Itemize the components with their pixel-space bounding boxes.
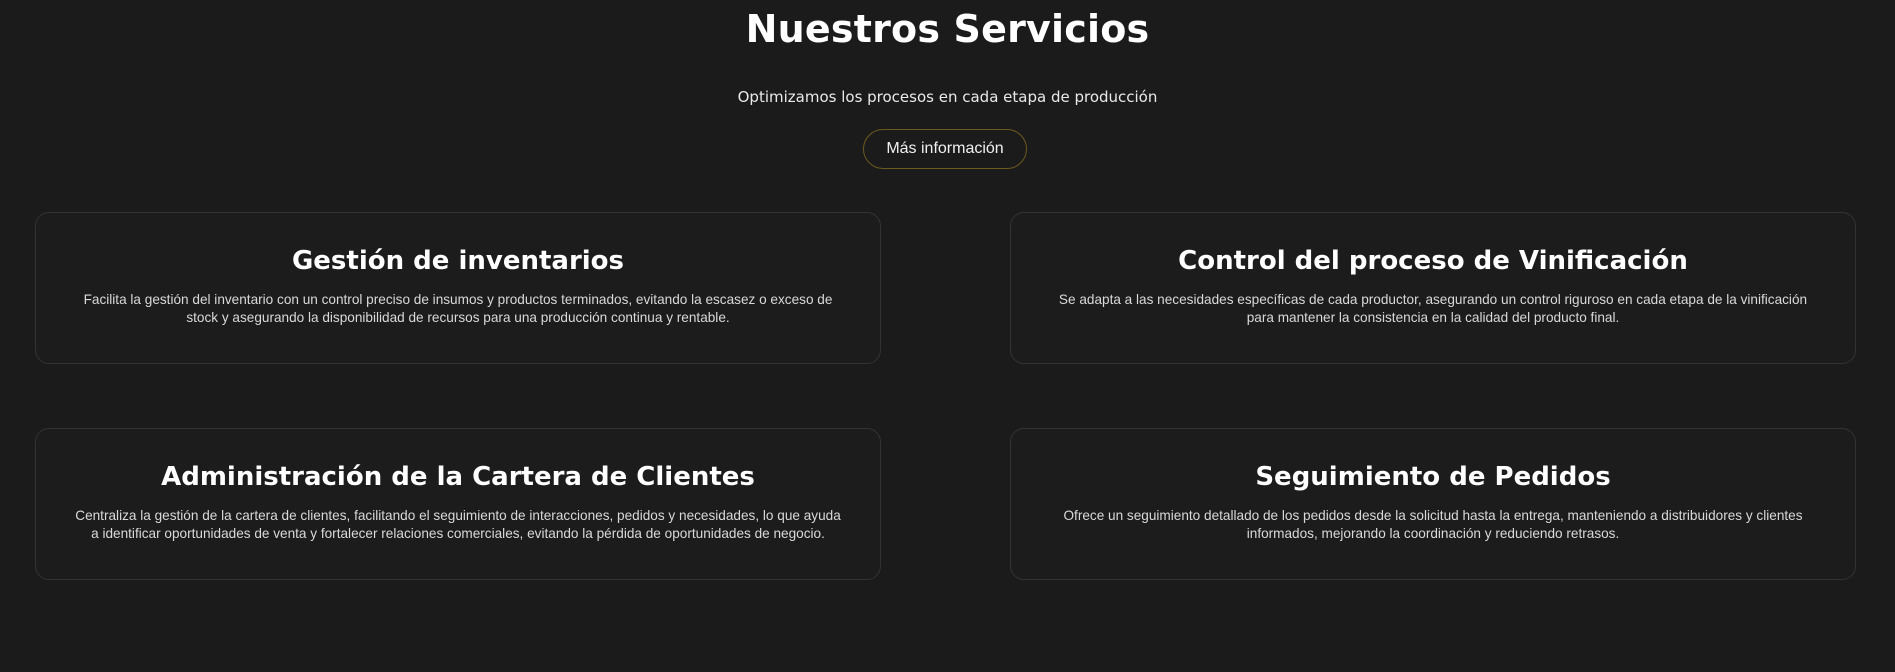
- service-card-title: Administración de la Cartera de Clientes: [161, 462, 755, 492]
- services-section: Nuestros Servicios Optimizamos los proce…: [0, 0, 1895, 672]
- service-card-customers: Administración de la Cartera de Clientes…: [35, 428, 881, 580]
- more-info-button[interactable]: Más información: [863, 129, 1027, 169]
- service-card-vinification: Control del proceso de Vinificación Se a…: [1010, 212, 1856, 364]
- service-card-title: Control del proceso de Vinificación: [1178, 246, 1688, 276]
- service-card-inventory: Gestión de inventarios Facilita la gesti…: [35, 212, 881, 364]
- service-card-description: Se adapta a las necesidades específicas …: [1058, 292, 1808, 325]
- service-card-orders: Seguimiento de Pedidos Ofrece un seguimi…: [1010, 428, 1856, 580]
- service-card-title: Seguimiento de Pedidos: [1255, 462, 1611, 492]
- service-card-title: Gestión de inventarios: [291, 246, 625, 276]
- service-card-description: Facilita la gestión del inventario con u…: [83, 292, 833, 325]
- service-card-description: Centraliza la gestión de la cartera de c…: [75, 508, 841, 541]
- section-subtitle: Optimizamos los procesos en cada etapa d…: [737, 88, 1158, 106]
- service-card-description: Ofrece un seguimiento detallado de los p…: [1063, 508, 1803, 541]
- section-title: Nuestros Servicios: [745, 7, 1150, 51]
